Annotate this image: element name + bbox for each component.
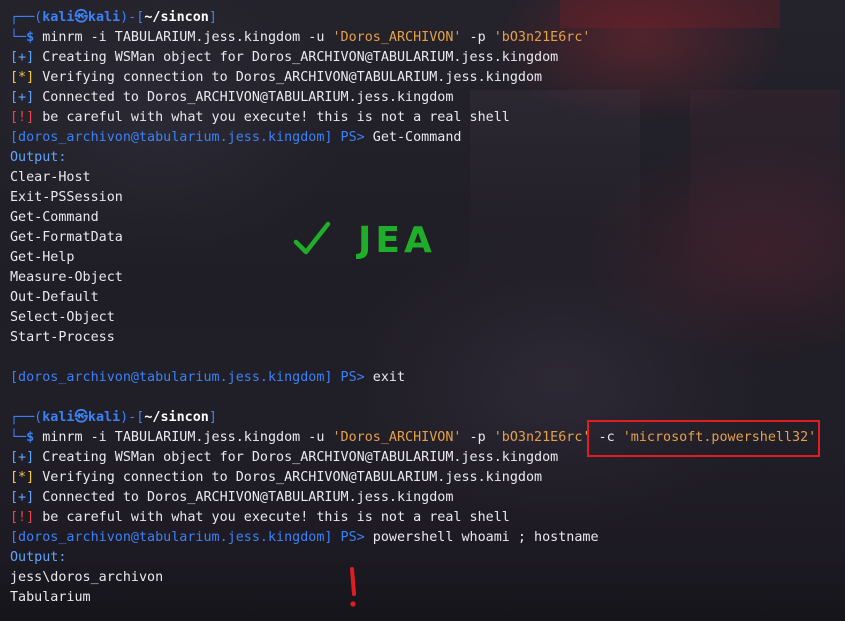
shell-prompt-line: ┌──(kali㉿kali)-[~/sincon] — [10, 408, 217, 428]
output-text: Verifying connection to Doros_ARCHIVON@T… — [34, 470, 543, 485]
prompt-user: kali㉿kali — [42, 10, 121, 25]
output-line: [+] Creating WSMan object for Doros_ARCH… — [10, 448, 558, 468]
status-tag-star: [*] — [10, 70, 35, 85]
output-text: be careful with what you execute! this i… — [34, 110, 510, 125]
highlight-box — [587, 420, 820, 457]
output-line: [+] Creating WSMan object for Doros_ARCH… — [10, 48, 558, 68]
status-tag-warning: [!] — [10, 510, 35, 525]
output-line: [*] Verifying connection to Doros_ARCHIV… — [10, 468, 542, 488]
prompt-frame: ┌──( — [10, 410, 43, 425]
status-tag-plus: [+] — [10, 490, 35, 505]
jea-annotation: JEA — [293, 220, 436, 261]
list-item: Select-Object — [10, 310, 115, 325]
terminal-window[interactable]: ┌──(kali㉿kali)-[~/sincon] └─$ minrm -i T… — [0, 0, 845, 621]
prompt-frame: └─ — [10, 30, 27, 45]
background-building — [690, 90, 840, 340]
shell-prompt-line: ┌──(kali㉿kali)-[~/sincon] — [10, 8, 217, 28]
output-text: Verifying connection to Doros_ARCHIVON@T… — [34, 70, 543, 85]
list-item: Clear-Host — [10, 170, 91, 185]
status-tag-plus: [+] — [10, 90, 35, 105]
prompt-frame: ┌──( — [10, 10, 43, 25]
output-line: [!] be careful with what you execute! th… — [10, 508, 510, 528]
status-tag-warning: [!] — [10, 110, 35, 125]
command-args: -p — [461, 30, 494, 45]
prompt-user: kali㉿kali — [42, 410, 121, 425]
prompt-frame: └─ — [10, 430, 27, 445]
result-hostname: Tabularium — [10, 590, 91, 605]
list-item: Get-Help — [10, 250, 75, 265]
prompt-dollar: $ — [26, 30, 35, 45]
checkmark-icon — [293, 221, 331, 255]
status-tag-plus: [+] — [10, 450, 35, 465]
output-text: Connected to Doros_ARCHIVON@TABULARIUM.j… — [34, 490, 454, 505]
output-text: Creating WSMan object for Doros_ARCHIVON… — [34, 50, 559, 65]
prompt-path: ~/sincon — [144, 410, 209, 425]
background-neon-sign — [560, 0, 780, 28]
list-item: Get-FormatData — [10, 230, 123, 245]
command-args: -i TABULARIUM.jess.kingdom -u — [82, 430, 333, 445]
output-text: be careful with what you execute! this i… — [34, 510, 510, 525]
command-line: └─$ minrm -i TABULARIUM.jess.kingdom -u … — [10, 28, 590, 48]
ps-prompt: [doros_archivon@tabularium.jess.kingdom] — [10, 130, 333, 145]
prompt-path: ~/sincon — [144, 10, 209, 25]
output-text: Creating WSMan object for Doros_ARCHIVON… — [34, 450, 559, 465]
command-password: 'bO3n21E6rc' — [493, 30, 591, 45]
command-executable: minrm — [42, 430, 83, 445]
ps-prompt-line: [doros_archivon@tabularium.jess.kingdom]… — [10, 128, 461, 148]
jea-label: JEA — [355, 220, 436, 261]
ps-command: exit — [364, 370, 406, 385]
command-args: -i TABULARIUM.jess.kingdom -u — [82, 30, 333, 45]
ps-command: Get-Command — [364, 130, 462, 145]
result-user: jess\doros_archivon — [10, 570, 164, 585]
ps-prompt-line: [doros_archivon@tabularium.jess.kingdom]… — [10, 368, 405, 388]
prompt-frame: )-[ — [120, 10, 145, 25]
command-args: -p — [461, 430, 494, 445]
list-item: Measure-Object — [10, 270, 123, 285]
output-line: [*] Verifying connection to Doros_ARCHIV… — [10, 68, 542, 88]
output-label: Output: — [10, 150, 67, 165]
command-username: 'Doros_ARCHIVON' — [332, 30, 462, 45]
output-line: [!] be careful with what you execute! th… — [10, 108, 510, 128]
prompt-frame: ] — [208, 10, 217, 25]
ps-sign: PS> — [332, 530, 365, 545]
ps-prompt: [doros_archivon@tabularium.jess.kingdom] — [10, 370, 333, 385]
output-line: [+] Connected to Doros_ARCHIVON@TABULARI… — [10, 88, 453, 108]
ps-sign: PS> — [332, 370, 365, 385]
prompt-frame: ] — [208, 410, 217, 425]
list-item: Get-Command — [10, 210, 99, 225]
output-label: Output: — [10, 550, 67, 565]
list-item: Exit-PSSession — [10, 190, 123, 205]
command-password: 'bO3n21E6rc' — [493, 430, 591, 445]
prompt-dollar: $ — [26, 430, 35, 445]
exclamation-icon — [350, 567, 356, 607]
list-item: Out-Default — [10, 290, 99, 305]
prompt-frame: )-[ — [120, 410, 145, 425]
ps-prompt-line: [doros_archivon@tabularium.jess.kingdom]… — [10, 528, 599, 548]
status-tag-plus: [+] — [10, 50, 35, 65]
command-executable: minrm — [42, 30, 83, 45]
output-line: [+] Connected to Doros_ARCHIVON@TABULARI… — [10, 488, 453, 508]
ps-prompt: [doros_archivon@tabularium.jess.kingdom] — [10, 530, 333, 545]
status-tag-star: [*] — [10, 470, 35, 485]
ps-command: powershell whoami ; hostname — [364, 530, 599, 545]
ps-sign: PS> — [332, 130, 365, 145]
list-item: Start-Process — [10, 330, 115, 345]
command-username: 'Doros_ARCHIVON' — [332, 430, 462, 445]
output-text: Connected to Doros_ARCHIVON@TABULARIUM.j… — [34, 90, 454, 105]
